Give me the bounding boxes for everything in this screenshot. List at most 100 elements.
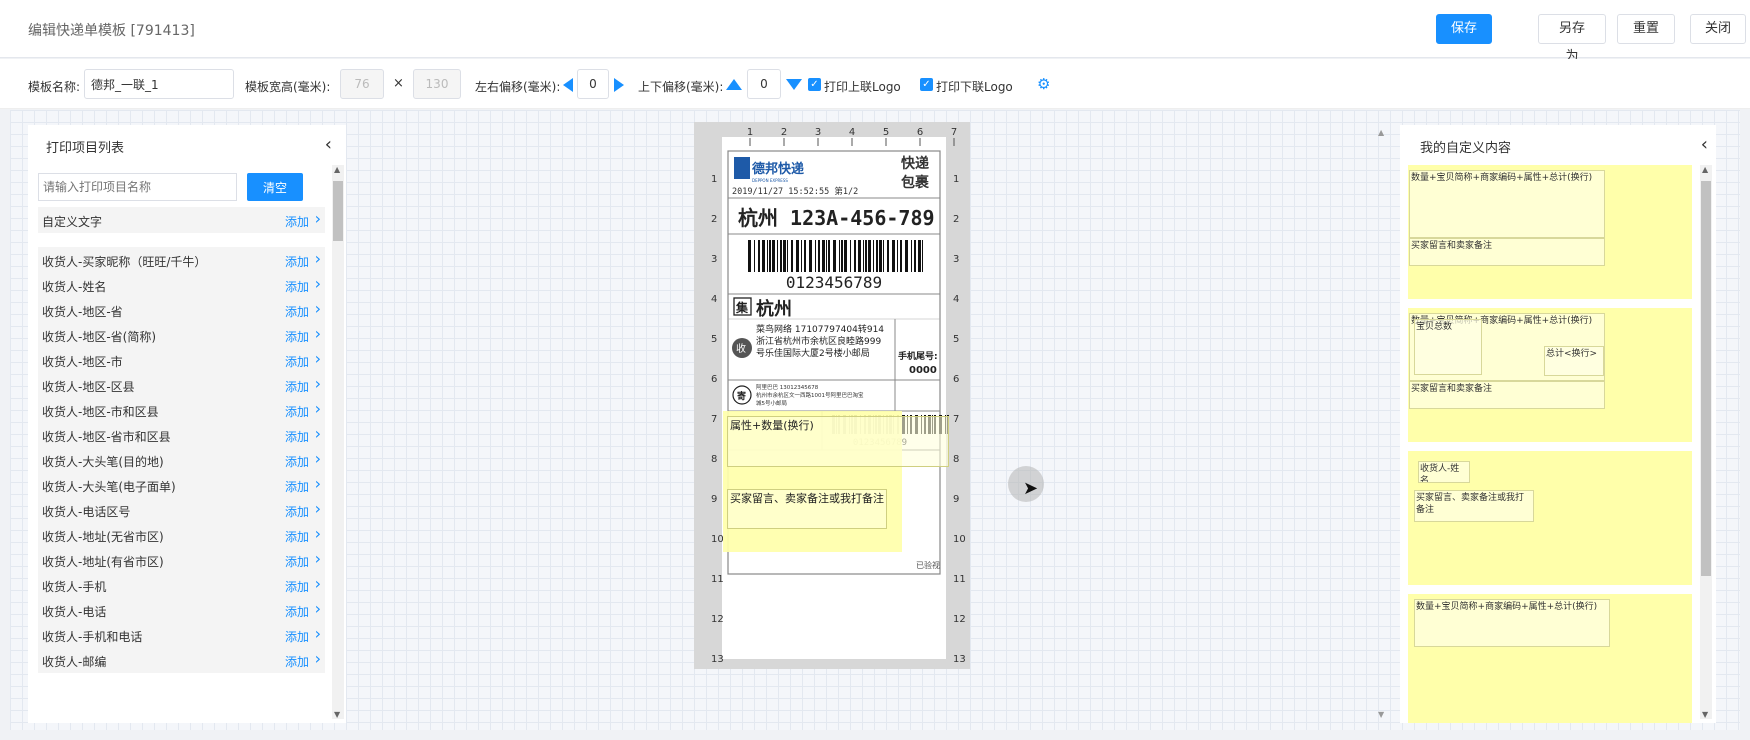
list-item[interactable]: 收货人-大头笔(电子面单) 添加 › [38,472,325,498]
chevron-right-icon[interactable]: › [315,524,321,544]
custom-field[interactable]: 买家留言和卖家备注 [1409,381,1605,409]
custom-field[interactable]: 买家留言和卖家备注 [1409,238,1605,266]
chevron-right-icon[interactable]: › [315,624,321,644]
chevron-right-icon[interactable]: › [315,649,321,669]
add-link[interactable]: 添加 [285,553,309,570]
lr-increase-icon[interactable] [614,78,624,92]
list-item[interactable]: 收货人-大头笔(目的地) 添加 › [38,447,325,473]
add-link[interactable]: 添加 [285,578,309,595]
add-link[interactable]: 添加 [285,353,309,370]
field-buyer-note[interactable]: 买家留言、卖家备注或我打备注 [727,489,887,529]
list-item[interactable]: 收货人-手机 添加 › [38,572,325,598]
list-item[interactable]: 自定义文字 添加 › [38,207,325,233]
save-as-button[interactable]: 另存为 [1538,14,1606,64]
chevron-right-icon[interactable]: › [315,274,321,294]
add-link[interactable]: 添加 [285,653,309,670]
chevron-right-icon[interactable]: › [315,209,321,229]
list-item[interactable]: 收货人-地区-市 添加 › [38,347,325,373]
close-button[interactable]: 关闭 [1690,14,1746,44]
print-top-logo-checkbox[interactable]: ✓ [808,78,821,91]
right-scrollbar-thumb[interactable] [1701,181,1711,576]
print-bottom-logo-checkbox[interactable]: ✓ [920,78,933,91]
scroll-up-icon[interactable]: ▲ [334,165,340,174]
canvas-scroll-up-icon[interactable]: ▲ [1378,128,1384,137]
add-link[interactable]: 添加 [285,303,309,320]
custom-field[interactable]: 数量+宝贝简称+商家编码+属性+总计(换行) [1409,170,1605,238]
custom-field[interactable]: 总计<换行> [1544,346,1604,376]
custom-template-block[interactable]: 收货人-姓名 买家留言、卖家备注或我打备注 [1408,451,1692,585]
list-item[interactable]: 收货人-邮编 添加 › [38,647,325,673]
chevron-right-icon[interactable]: › [315,499,321,519]
custom-field[interactable]: 宝贝总数 [1414,319,1482,375]
ruler-side-label: 2 [711,214,717,225]
add-link[interactable]: 添加 [285,603,309,620]
chevron-right-icon[interactable]: › [315,299,321,319]
add-link[interactable]: 添加 [285,503,309,520]
chevron-right-icon[interactable]: › [315,599,321,619]
list-item[interactable]: 收货人-地区-市和区县 添加 › [38,397,325,423]
left-scrollbar-thumb[interactable] [333,181,343,241]
add-link[interactable]: 添加 [285,528,309,545]
collapse-left-icon[interactable]: ‹ [325,134,332,155]
chevron-right-icon[interactable]: › [315,424,321,444]
reset-button[interactable]: 重置 [1617,14,1675,44]
chevron-right-icon[interactable]: › [315,449,321,469]
lr-decrease-icon[interactable] [563,78,573,92]
scroll-up-icon[interactable]: ▲ [1702,165,1708,174]
custom-field[interactable]: 数量+宝贝简称+商家编码+属性+总计(换行) [1414,599,1610,647]
ud-offset-input[interactable] [747,69,781,99]
lr-offset-input[interactable] [577,69,609,99]
left-scrollbar[interactable]: ▲ ▼ [332,165,344,719]
chevron-right-icon[interactable]: › [315,574,321,594]
list-item[interactable]: 收货人-地址(无省市区) 添加 › [38,522,325,548]
barcode-bar [914,240,916,272]
scroll-down-icon[interactable]: ▼ [1702,710,1708,719]
ud-up-icon[interactable] [726,79,742,90]
list-item[interactable]: 收货人-电话区号 添加 › [38,497,325,523]
ud-down-icon[interactable] [786,79,802,90]
list-item[interactable]: 收货人-手机和电话 添加 › [38,622,325,648]
chevron-right-icon[interactable]: › [315,399,321,419]
custom-field[interactable]: 买家留言、卖家备注或我打备注 [1414,490,1534,522]
print-datetime: 2019/11/27 15:52:55 第1/2 [732,186,858,197]
right-scrollbar[interactable]: ▲ ▼ [1700,165,1712,719]
add-link[interactable]: 添加 [285,428,309,445]
custom-template-block[interactable]: 数量+宝贝简称+商家编码+属性+总计(换行) [1408,594,1692,723]
add-link[interactable]: 添加 [285,478,309,495]
add-link[interactable]: 添加 [285,213,309,230]
list-item[interactable]: 收货人-地区-省(简称) 添加 › [38,322,325,348]
add-link[interactable]: 添加 [285,378,309,395]
list-item[interactable]: 收货人-地址(有省市区) 添加 › [38,547,325,573]
chevron-right-icon[interactable]: › [315,374,321,394]
list-item[interactable]: 收货人-买家昵称（旺旺/千牛） 添加 › [38,247,325,273]
field-attr-qty[interactable]: 属性+数量(换行) [727,416,949,467]
list-item[interactable]: 收货人-姓名 添加 › [38,272,325,298]
add-link[interactable]: 添加 [285,403,309,420]
custom-field[interactable]: 收货人-姓名 [1418,461,1470,483]
chevron-right-icon[interactable]: › [315,324,321,344]
print-item-search-input[interactable] [38,173,237,201]
custom-template-block[interactable]: 数量+宝贝简称+商家编码+属性+总计(换行) 宝贝总数 总计<换行> 买家留言和… [1408,308,1692,442]
chevron-right-icon[interactable]: › [315,549,321,569]
add-link[interactable]: 添加 [285,453,309,470]
add-link[interactable]: 添加 [285,628,309,645]
list-item[interactable]: 收货人-地区-省市和区县 添加 › [38,422,325,448]
clear-button[interactable]: 清空 [247,173,303,201]
save-button[interactable]: 保存 [1436,14,1492,44]
add-link[interactable]: 添加 [285,328,309,345]
add-link[interactable]: 添加 [285,253,309,270]
custom-template-block[interactable]: 数量+宝贝简称+商家编码+属性+总计(换行) 买家留言和卖家备注 [1408,165,1692,299]
scroll-down-icon[interactable]: ▼ [334,710,340,719]
list-item[interactable]: 收货人-地区-省 添加 › [38,297,325,323]
barcode-bar [815,240,816,272]
add-link[interactable]: 添加 [285,278,309,295]
list-item[interactable]: 收货人-电话 添加 › [38,597,325,623]
gear-icon[interactable]: ⚙ [1037,75,1050,93]
chevron-right-icon[interactable]: › [315,249,321,269]
collapse-right-icon[interactable]: ‹ [1701,134,1708,155]
chevron-right-icon[interactable]: › [315,349,321,369]
list-item[interactable]: 收货人-地区-区县 添加 › [38,372,325,398]
chevron-right-icon[interactable]: › [315,474,321,494]
template-name-input[interactable] [84,69,234,99]
canvas-scroll-down-icon[interactable]: ▼ [1378,710,1384,719]
